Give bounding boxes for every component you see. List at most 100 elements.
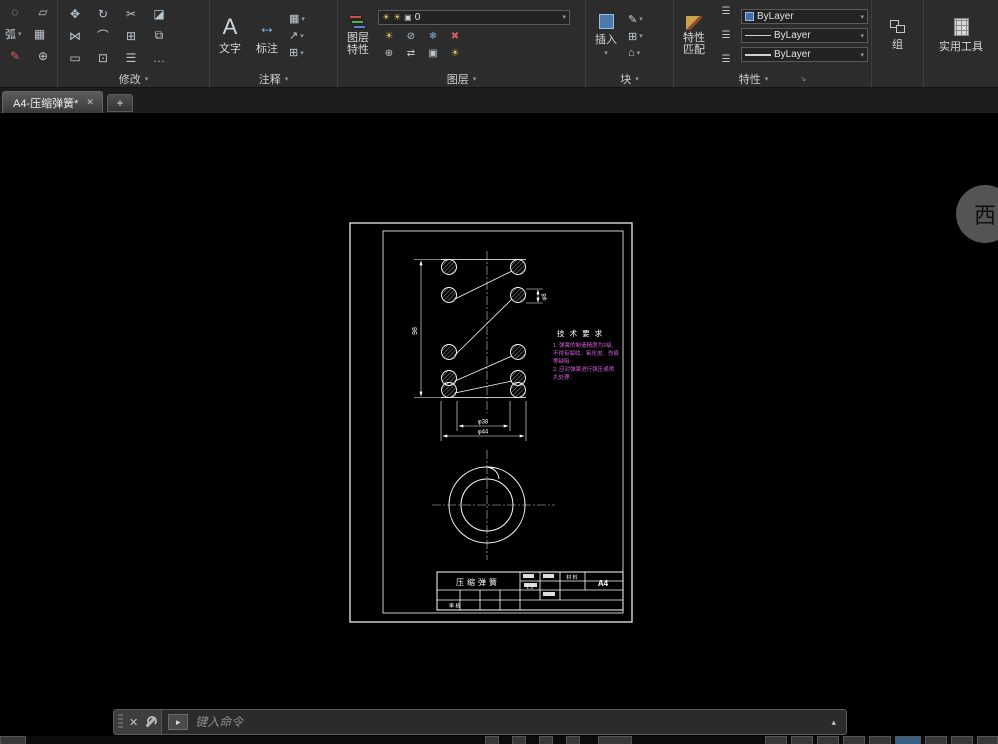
array-tool-icon[interactable]: ⊞ bbox=[119, 26, 143, 46]
layer-dropdown[interactable]: ☀ ☀ ▣ 0 ▾ bbox=[378, 10, 570, 25]
block-attribute-button[interactable]: ⌂ ▾ bbox=[626, 47, 645, 59]
arc-button[interactable]: 弧 ▾ bbox=[3, 26, 24, 42]
panel-label-utilities[interactable] bbox=[924, 71, 998, 87]
scale-tool-icon[interactable]: ⊡ bbox=[91, 48, 115, 68]
color-value: ByLayer bbox=[757, 11, 794, 22]
stretch-tool-icon[interactable]: ▭ bbox=[63, 48, 87, 68]
edit-tool-icon[interactable]: ☰ bbox=[119, 48, 143, 68]
current-layer-value: 0 bbox=[415, 12, 421, 23]
status-segment[interactable] bbox=[817, 736, 839, 744]
customize-wrench-icon[interactable] bbox=[144, 716, 157, 729]
rotate-tool-icon[interactable]: ↻ bbox=[91, 4, 115, 24]
leader-tool-button[interactable]: ↗ ▾ bbox=[287, 29, 307, 42]
panel-label-properties[interactable]: 特性 ▾ ↘ bbox=[674, 71, 871, 87]
list-tool-icon[interactable]: ☰ bbox=[714, 26, 738, 46]
panel-label-layers[interactable]: 图层 ▾ bbox=[338, 71, 585, 87]
mirror-tool-icon[interactable]: ⋈ bbox=[63, 26, 87, 46]
group-icon bbox=[890, 20, 906, 34]
utilities-button[interactable]: 实用工具 bbox=[937, 3, 985, 69]
spring-front-view bbox=[441, 251, 526, 413]
panel-label-annotate[interactable]: 注释 ▾ bbox=[210, 71, 337, 87]
chevron-down-icon: ▾ bbox=[473, 75, 477, 83]
status-segment[interactable] bbox=[539, 736, 553, 744]
modify-tools: ✥ ↻ ✂ ◪ ⋈ ⌒ ⊞ ⧉ ▭ ⊡ ☰ … bbox=[61, 3, 173, 69]
dimension-tool-icon: ↔ bbox=[258, 16, 276, 38]
chevron-down-icon: ▾ bbox=[18, 30, 22, 38]
recent-commands-icon[interactable]: ▸ bbox=[168, 714, 188, 730]
chevron-down-icon: ▾ bbox=[765, 75, 769, 83]
text-button[interactable]: A 文字 bbox=[213, 3, 247, 69]
status-segment[interactable] bbox=[598, 736, 632, 744]
table-tool-button[interactable]: ▦ ▾ bbox=[287, 12, 307, 25]
layer-off-tool-icon[interactable]: ✖ bbox=[443, 29, 467, 44]
status-segment[interactable] bbox=[895, 736, 921, 744]
group-button[interactable]: 组 bbox=[881, 3, 915, 69]
panel-label-draw[interactable] bbox=[0, 71, 57, 87]
command-input[interactable] bbox=[195, 715, 824, 729]
status-bar bbox=[0, 736, 998, 744]
annotation-tool-button[interactable]: ⊞ ▾ bbox=[287, 46, 307, 59]
erase-tool-icon[interactable]: ◪ bbox=[147, 4, 171, 24]
close-icon[interactable]: ✕ bbox=[129, 716, 138, 729]
status-segment[interactable] bbox=[485, 736, 499, 744]
layer-walk-tool-icon[interactable]: ☀ bbox=[443, 46, 467, 61]
insert-button[interactable]: 插入 ▾ bbox=[589, 3, 623, 69]
panel-properties: 特性 匹配 ☰ ☰ ☰ ByLayer ▾ ByLayer ▾ bbox=[674, 0, 872, 87]
more-tool-icon[interactable]: … bbox=[147, 48, 171, 68]
status-segment[interactable] bbox=[951, 736, 973, 744]
status-segment[interactable] bbox=[566, 736, 580, 744]
chevron-down-icon: ▾ bbox=[860, 13, 864, 21]
block-edit-button[interactable]: ✎ ▾ bbox=[626, 13, 645, 26]
draw-tool-icon[interactable]: ◌ bbox=[3, 2, 27, 22]
tab-a4-compression-spring[interactable]: A4-压缩弹簧* ✕ bbox=[2, 91, 103, 113]
layer-isolate-tool-icon[interactable]: ⊘ bbox=[399, 29, 423, 44]
panel-label-modify[interactable]: 修改 ▾ bbox=[58, 71, 209, 87]
status-segment[interactable] bbox=[765, 736, 787, 744]
drag-grip-icon[interactable] bbox=[118, 714, 123, 730]
expand-history-icon[interactable]: ▴ bbox=[831, 717, 840, 728]
fillet-tool-icon[interactable]: ⌒ bbox=[91, 26, 115, 46]
match-properties-icon bbox=[686, 16, 702, 30]
title-block-scale: 1:2 bbox=[526, 585, 534, 591]
draw-tool-icon[interactable]: ▦ bbox=[28, 24, 52, 44]
status-segment[interactable] bbox=[869, 736, 891, 744]
trim-tool-icon[interactable]: ✂ bbox=[119, 4, 143, 24]
drawing-canvas[interactable]: 98 φ8 φ38 φ44 技 术 要 求 1. 弹簧的制造精度为2级. 不得有… bbox=[0, 113, 998, 736]
chevron-down-icon: ▾ bbox=[635, 75, 639, 83]
chevron-down-icon: ▾ bbox=[285, 75, 289, 83]
list-tool-icon[interactable]: ☰ bbox=[714, 50, 738, 70]
tech-req-line: 丸处理. bbox=[553, 373, 572, 381]
close-icon[interactable]: ✕ bbox=[86, 97, 94, 108]
draw-tool-icon[interactable]: ✎ bbox=[3, 46, 27, 66]
status-segment[interactable] bbox=[925, 736, 947, 744]
match-properties-button[interactable]: 特性 匹配 bbox=[677, 3, 711, 69]
prompt-arrow-icon: ▸ bbox=[176, 717, 181, 728]
status-segment[interactable] bbox=[977, 736, 998, 744]
status-segment[interactable] bbox=[791, 736, 813, 744]
block-create-button[interactable]: ⊞ ▾ bbox=[626, 30, 645, 43]
layer-freeze-tool-icon[interactable]: ❄ bbox=[421, 29, 445, 44]
color-dropdown[interactable]: ByLayer ▾ bbox=[741, 9, 868, 24]
lineweight-dropdown[interactable]: ByLayer ▾ bbox=[741, 47, 868, 62]
status-segment[interactable] bbox=[843, 736, 865, 744]
list-tool-icon[interactable]: ☰ bbox=[714, 2, 738, 22]
chevron-down-icon: ▾ bbox=[300, 32, 304, 40]
dialog-launcher-icon[interactable]: ↘ bbox=[800, 75, 806, 83]
panel-label-block[interactable]: 块 ▾ bbox=[586, 71, 673, 87]
layer-match-tool-icon[interactable]: ⇄ bbox=[399, 46, 423, 61]
layer-make-tool-icon[interactable]: ⊕ bbox=[377, 46, 401, 61]
insert-block-icon bbox=[599, 14, 614, 29]
draw-tool-icon[interactable]: ▱ bbox=[31, 2, 55, 22]
explode-tool-icon[interactable]: ⧉ bbox=[147, 26, 171, 46]
layer-properties-button[interactable]: 图层 特性 bbox=[341, 3, 375, 69]
panel-label-group[interactable] bbox=[872, 71, 923, 87]
linetype-dropdown[interactable]: ByLayer ▾ bbox=[741, 28, 868, 43]
layer-on-tool-icon[interactable]: ☀ bbox=[377, 29, 401, 44]
new-tab-button[interactable]: + bbox=[107, 94, 133, 112]
dimension-button[interactable]: ↔ 标注 bbox=[250, 3, 284, 69]
draw-tool-icon[interactable]: ⊕ bbox=[31, 46, 55, 66]
layer-prev-tool-icon[interactable]: ▣ bbox=[421, 46, 445, 61]
status-segment[interactable] bbox=[512, 736, 526, 744]
move-tool-icon[interactable]: ✥ bbox=[63, 4, 87, 24]
status-segment[interactable] bbox=[0, 736, 26, 744]
